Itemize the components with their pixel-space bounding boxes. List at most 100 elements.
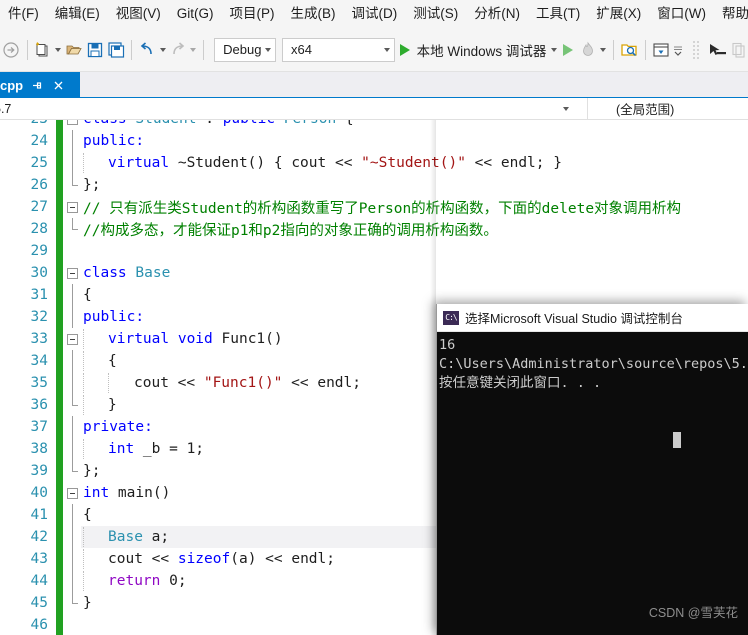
- change-indicator: [56, 262, 63, 284]
- code-token-class-keyword: class: [83, 120, 135, 127]
- console-app-icon: C:\: [443, 310, 459, 325]
- menu-analyze[interactable]: 分析(N): [466, 2, 528, 26]
- save-all-icon[interactable]: [106, 37, 125, 63]
- fold-toggle[interactable]: [63, 120, 81, 130]
- redo-dropdown-icon[interactable]: [189, 37, 197, 63]
- undo-icon[interactable]: [138, 37, 157, 63]
- change-indicator: [56, 240, 63, 262]
- change-indicator: [56, 350, 63, 372]
- change-indicator: [56, 284, 63, 306]
- code-token-class-keyword: class: [83, 265, 127, 281]
- undo-dropdown-icon[interactable]: [159, 37, 167, 63]
- fold-toggle[interactable]: [63, 262, 81, 284]
- pointer-select-icon[interactable]: [707, 37, 727, 63]
- menu-tools[interactable]: 工具(T): [528, 2, 588, 26]
- menu-help[interactable]: 帮助(H): [714, 2, 748, 26]
- line-number: 33: [30, 331, 48, 347]
- code-line[interactable]: 31 {: [0, 284, 748, 306]
- hot-reload-icon[interactable]: [578, 37, 597, 63]
- menu-build[interactable]: 生成(B): [283, 2, 344, 26]
- redo-icon[interactable]: [169, 37, 188, 63]
- new-item-icon[interactable]: [34, 37, 53, 63]
- start-debugging-label[interactable]: 本地 Windows 调试器: [415, 40, 549, 60]
- nav-project-dropdown[interactable]: 5.7: [0, 97, 588, 120]
- line-number: 26: [30, 177, 48, 193]
- save-icon[interactable]: [85, 37, 104, 63]
- console-output[interactable]: 16 C:\Users\Administrator\source\repos\5…: [437, 332, 748, 635]
- tab-source-file[interactable]: cpp: [0, 72, 80, 98]
- line-number: 25: [30, 155, 48, 171]
- fold-guide: [63, 548, 81, 570]
- code-token-cout: cout <<: [108, 551, 178, 567]
- code-line[interactable]: 30 class Base: [0, 262, 748, 284]
- menu-extensions[interactable]: 扩展(X): [588, 2, 649, 26]
- line-number: 44: [30, 573, 48, 589]
- console-title-bar[interactable]: C:\ 选择Microsoft Visual Studio 调试控制台: [437, 304, 748, 332]
- menu-git[interactable]: Git(G): [169, 2, 222, 26]
- fold-guide: [63, 438, 81, 460]
- new-item-dropdown-icon[interactable]: [54, 37, 62, 63]
- fold-toggle[interactable]: [63, 328, 81, 350]
- solution-platform-combobox[interactable]: x64: [282, 37, 395, 62]
- code-line[interactable]: 29: [0, 240, 748, 262]
- change-indicator: [56, 570, 63, 592]
- menu-debug[interactable]: 调试(D): [344, 2, 406, 26]
- fold-toggle[interactable]: [63, 196, 81, 218]
- start-debugging-dropdown-icon[interactable]: [550, 37, 558, 63]
- code-line[interactable]: 26 };: [0, 174, 748, 196]
- hot-reload-dropdown-icon[interactable]: [599, 37, 607, 63]
- search-folder-icon[interactable]: [620, 37, 639, 63]
- line-number: 41: [30, 507, 48, 523]
- line-number: 31: [30, 287, 48, 303]
- menu-test[interactable]: 测试(S): [405, 2, 466, 26]
- code-token-int: int: [108, 441, 135, 457]
- code-token-int: int: [83, 485, 110, 501]
- code-token-base: Base: [135, 265, 171, 281]
- line-number: 46: [30, 617, 48, 633]
- menu-project[interactable]: 项目(P): [222, 2, 283, 26]
- change-indicator: [56, 130, 63, 152]
- fold-guide: [63, 504, 81, 526]
- close-icon[interactable]: [49, 76, 67, 94]
- chevron-down-icon: [265, 47, 271, 52]
- code-token-sizeof: sizeof: [177, 551, 231, 567]
- line-number: 29: [30, 243, 48, 259]
- copy-icon[interactable]: [729, 37, 748, 63]
- change-indicator: [56, 174, 63, 196]
- pin-icon[interactable]: [27, 76, 45, 94]
- code-text: };: [81, 174, 748, 196]
- change-indicator: [56, 548, 63, 570]
- nav-scope-dropdown[interactable]: (全局范围): [588, 98, 748, 120]
- menu-edit[interactable]: 编辑(E): [47, 2, 108, 26]
- code-token-string: "~Student()": [361, 155, 466, 171]
- start-debugging-icon[interactable]: [397, 37, 413, 63]
- code-token-colon: :: [197, 120, 223, 127]
- document-tab-strip: cpp: [0, 72, 748, 98]
- fold-toggle[interactable]: [63, 482, 81, 504]
- menu-view[interactable]: 视图(V): [108, 2, 169, 26]
- debug-console-window[interactable]: C:\ 选择Microsoft Visual Studio 调试控制台 16 C…: [436, 304, 748, 635]
- start-without-debugging-icon[interactable]: [560, 37, 576, 63]
- window-layout-dropdown-icon[interactable]: [672, 37, 684, 63]
- code-line[interactable]: 28 //构成多态，才能保证p1和p2指向的对象正确的调用析构函数。: [0, 218, 748, 240]
- code-line[interactable]: 25 virtual ~Student() { cout << "~Studen…: [0, 152, 748, 174]
- nav-project-label: 5.7: [0, 101, 12, 116]
- menu-window[interactable]: 窗口(W): [649, 2, 714, 26]
- code-token-private: private:: [83, 419, 153, 435]
- navigate-backward-icon[interactable]: [2, 37, 21, 63]
- change-indicator: [56, 592, 63, 614]
- solution-configuration-combobox[interactable]: Debug: [214, 37, 276, 62]
- code-line[interactable]: 27 // 只有派生类Student的析构函数重写了Person的析构函数，下面…: [0, 196, 748, 218]
- open-file-icon[interactable]: [64, 37, 83, 63]
- fold-guide-end: [63, 394, 81, 416]
- fold-guide-end: [63, 174, 81, 196]
- code-line[interactable]: 24 public:: [0, 130, 748, 152]
- code-token-open-brace: {: [83, 287, 92, 303]
- window-layout-icon[interactable]: [651, 37, 670, 63]
- line-number: 28: [30, 221, 48, 237]
- menu-file[interactable]: 件(F): [0, 2, 47, 26]
- code-line[interactable]: 23 class Student : public Person {: [0, 120, 748, 130]
